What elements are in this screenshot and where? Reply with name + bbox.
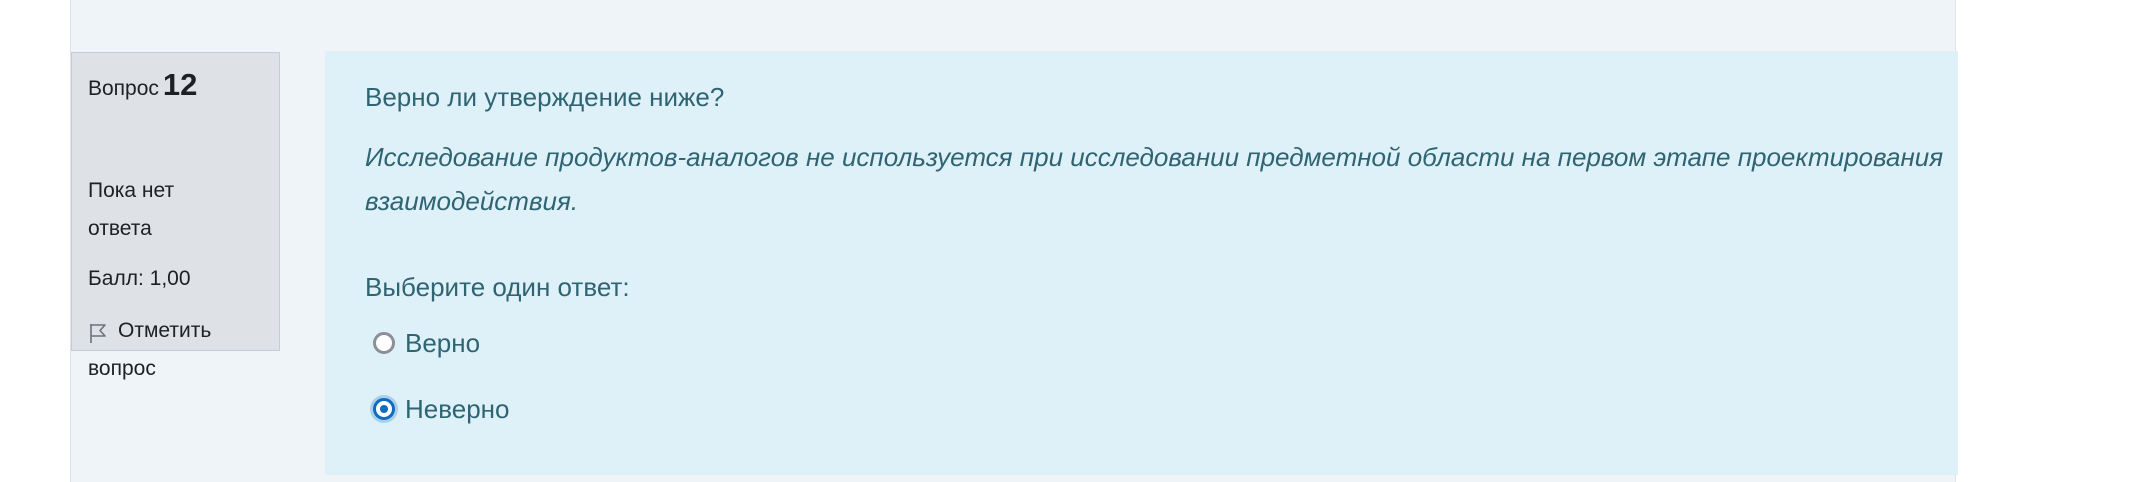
flag-icon[interactable] (88, 320, 108, 343)
answer-prompt: Выберите один ответ: (365, 272, 630, 302)
flag-question-label-line2[interactable]: вопрос (88, 351, 156, 387)
page: Вопрос 12 Пока нет ответа Балл: 1,00 Отме… (0, 0, 2148, 482)
flag-question-label-line1[interactable]: Отметить (118, 313, 211, 349)
question-formulation: Верно ли утверждение ниже? Исследование … (325, 51, 1958, 475)
flag-question-link[interactable]: Отметить (88, 313, 211, 349)
radio-checked-icon[interactable] (373, 398, 395, 420)
radio-unchecked-icon[interactable] (373, 332, 395, 354)
answer-option-true-label[interactable]: Верно (405, 325, 480, 361)
answer-option-false-label[interactable]: Неверно (405, 391, 510, 427)
question-text-statement: Исследование продуктов-аналогов не испол… (365, 142, 1944, 216)
question-state-line1: Пока нет (88, 179, 175, 202)
question-state-line2: ответа (88, 217, 152, 240)
question-info-panel: Вопрос 12 Пока нет ответа Балл: 1,00 Отме… (71, 52, 280, 380)
answer-option-true[interactable]: Верно (373, 325, 480, 361)
question-grade: Балл: 1,00 (88, 267, 191, 290)
question-number-label: Вопрос (88, 77, 159, 100)
question-number-value: 12 (162, 67, 198, 102)
question-number: Вопрос 12 (88, 67, 197, 107)
answer-option-false[interactable]: Неверно (373, 391, 510, 427)
question-text-heading: Верно ли утверждение ниже? (365, 82, 725, 112)
